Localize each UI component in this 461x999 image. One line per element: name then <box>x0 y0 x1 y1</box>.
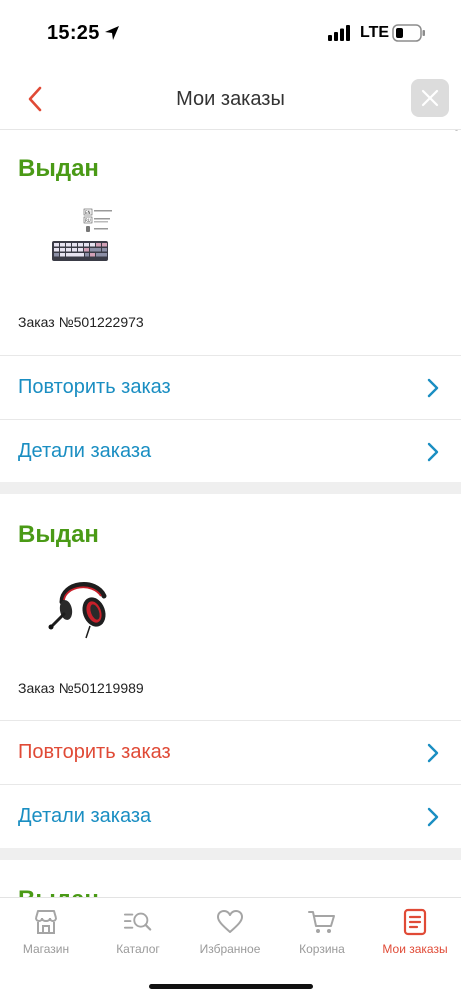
battery-icon <box>392 24 425 42</box>
order-card: Выдан EN RU Заказ №501222973 Повторить з… <box>0 131 461 481</box>
tab-label: Корзина <box>299 942 345 956</box>
order-card: Выдан <box>0 860 461 900</box>
repeat-order-label: Повторить заказ <box>18 741 171 763</box>
repeat-order-button[interactable]: Повторить заказ <box>0 720 461 784</box>
svg-text:RU: RU <box>85 218 91 223</box>
tab-store[interactable]: Магазин <box>0 898 92 968</box>
chevron-right-icon <box>427 378 439 398</box>
tab-bar: Магазин Каталог Избранное Корзина Мои за… <box>0 897 461 999</box>
keyboard-product-image: EN RU <box>46 205 114 273</box>
order-status: Выдан <box>18 155 99 182</box>
tab-favorites[interactable]: Избранное <box>184 898 276 968</box>
repeat-order-label: Повторить заказ <box>18 376 171 398</box>
status-bar: 15:25 LTE <box>0 0 461 68</box>
heart-icon <box>215 908 245 936</box>
chevron-right-icon <box>427 807 439 827</box>
svg-text:EN: EN <box>85 210 91 215</box>
home-indicator[interactable] <box>149 984 313 989</box>
network-label: LTE <box>360 24 390 41</box>
chevron-right-icon <box>427 442 439 462</box>
order-status: Выдан <box>18 521 99 548</box>
section-separator <box>0 848 461 860</box>
tab-label: Мои заказы <box>382 942 448 956</box>
tab-my-orders[interactable]: Мои заказы <box>369 898 461 968</box>
order-details-label: Детали заказа <box>18 805 152 827</box>
page-title: Мои заказы <box>176 88 285 110</box>
tab-label: Избранное <box>199 942 261 956</box>
header: Мои заказы <box>0 68 461 130</box>
orders-icon <box>400 908 430 936</box>
orders-page: 15:25 LTE Мои заказы Выдан EN RU Заказ №… <box>0 0 461 999</box>
order-details-button[interactable]: Детали заказа <box>0 784 461 848</box>
tab-cart[interactable]: Корзина <box>276 898 368 968</box>
close-button[interactable] <box>411 79 449 117</box>
location-arrow-icon <box>105 26 119 40</box>
order-details-button[interactable]: Детали заказа <box>0 419 461 483</box>
order-details-label: Детали заказа <box>18 440 152 462</box>
store-icon <box>31 908 61 936</box>
tab-label: Магазин <box>22 942 70 956</box>
order-card: Выдан Заказ №501219989 Повторить заказ Д… <box>0 494 461 848</box>
section-separator <box>0 482 461 494</box>
status-time: 15:25 <box>47 22 100 44</box>
tab-label: Каталог <box>116 942 160 956</box>
order-number: Заказ №501222973 <box>18 314 144 330</box>
order-number: Заказ №501219989 <box>18 680 144 696</box>
close-icon <box>421 89 439 107</box>
cellular-signal-icon <box>328 25 350 41</box>
catalog-search-icon <box>123 908 153 936</box>
cart-icon <box>307 908 337 936</box>
tab-catalog[interactable]: Каталог <box>92 898 184 968</box>
chevron-right-icon <box>427 743 439 763</box>
repeat-order-button[interactable]: Повторить заказ <box>0 355 461 419</box>
headset-product-image <box>46 572 114 640</box>
